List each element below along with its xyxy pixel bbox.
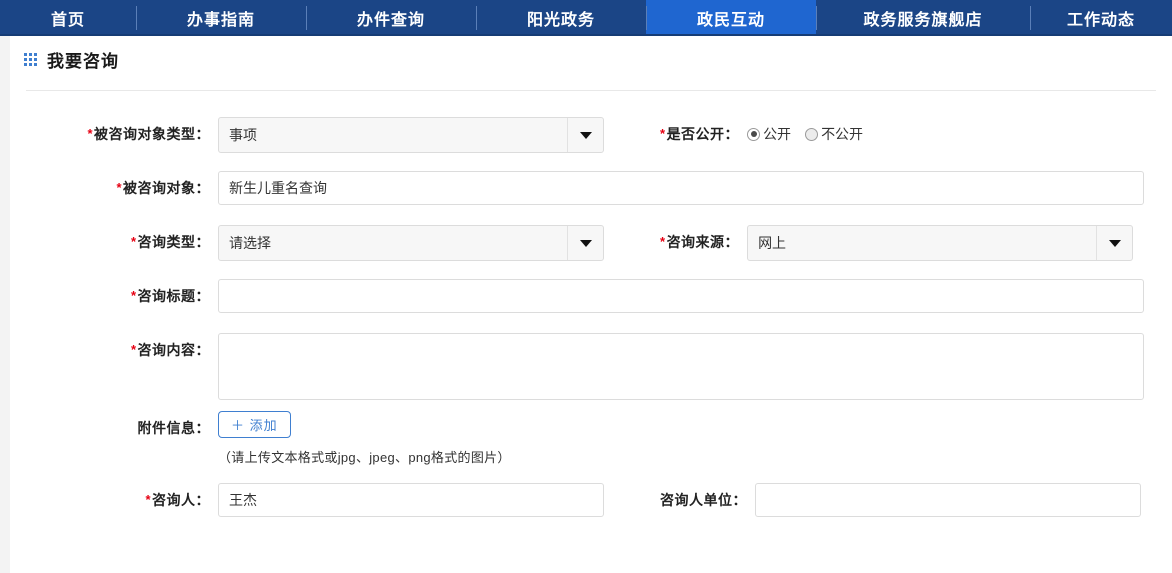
label-content: *咨询内容： [10, 333, 210, 368]
nav-tab-case-query[interactable]: 办件查询 [306, 0, 476, 36]
nav-tab-home[interactable]: 首页 [0, 0, 136, 36]
required-asterisk: * [116, 180, 122, 195]
radio-dot-icon [747, 128, 760, 141]
consulter-org-input[interactable] [755, 483, 1141, 517]
label-is-public: *是否公开： [660, 117, 739, 152]
page-title: 我要咨询 [47, 47, 119, 72]
radio-not-public[interactable]: 不公开 [805, 117, 863, 151]
label-title: *咨询标题： [10, 279, 210, 314]
required-asterisk: * [145, 492, 151, 507]
label-consult-type: *咨询类型： [10, 225, 210, 260]
nav-tab-label: 办事指南 [187, 6, 255, 30]
required-asterisk: * [87, 126, 93, 141]
nav-tab-label: 工作动态 [1067, 6, 1135, 30]
object-type-value: 事项 [219, 118, 567, 152]
required-asterisk: * [131, 234, 137, 249]
nav-tab-label: 政务服务旗舰店 [863, 6, 982, 30]
form-row-content: *咨询内容： [10, 333, 1172, 411]
nav-tab-sunshine-gov[interactable]: 阳光政务 [476, 0, 646, 36]
form-row-title: *咨询标题： [10, 279, 1172, 333]
label-consulter-org: 咨询人单位： [660, 483, 747, 517]
consult-source-select[interactable]: 网上 [747, 225, 1133, 261]
object-type-select-wrap: 事项 [218, 117, 604, 153]
consult-type-select-wrap: 请选择 [218, 225, 604, 261]
panel-header: 我要咨询 [10, 36, 1172, 82]
nav-tab-label: 阳光政务 [527, 6, 595, 30]
nav-tab-label: 政民互动 [697, 6, 765, 30]
nav-tab-service-flagship[interactable]: 政务服务旗舰店 [816, 0, 1030, 36]
object-type-select[interactable]: 事项 [218, 117, 604, 153]
is-public-radio-group: 公开 不公开 [747, 117, 877, 151]
nav-tab-guide[interactable]: 办事指南 [136, 0, 306, 36]
radio-dot-icon [805, 128, 818, 141]
title-input-wrap [218, 279, 1144, 313]
content-textarea-wrap [218, 333, 1144, 400]
form-row-object-type: *被咨询对象类型： 事项 *是否公开： 公开 [10, 117, 1172, 171]
form-row-attachment: 附件信息： ＋ 添加 （请上传文本格式或jpg、jpeg、png格式的图片） [10, 411, 1172, 483]
main-navigation: 首页 办事指南 办件查询 阳光政务 政民互动 政务服务旗舰店 工作动态 [0, 0, 1172, 36]
radio-public[interactable]: 公开 [747, 117, 791, 151]
add-attachment-button[interactable]: ＋ 添加 [218, 411, 291, 438]
label-attachment: 附件信息： [10, 411, 210, 445]
form-row-consult-type: *咨询类型： 请选择 *咨询来源： 网上 [10, 225, 1172, 279]
nav-tab-citizen-interaction[interactable]: 政民互动 [646, 0, 816, 36]
content-textarea[interactable] [218, 333, 1144, 400]
label-consulter: *咨询人： [10, 483, 210, 518]
title-input[interactable] [218, 279, 1144, 313]
nav-tab-label: 首页 [51, 6, 85, 30]
chevron-down-icon[interactable] [567, 226, 603, 260]
label-consult-source: *咨询来源： [660, 225, 739, 260]
object-input[interactable]: 新生儿重名查询 [218, 171, 1144, 205]
form-row-consulter: *咨询人： 王杰 咨询人单位： [10, 483, 1172, 537]
label-object: *被咨询对象： [10, 171, 210, 206]
label-object-type: *被咨询对象类型： [10, 117, 210, 152]
consulter-org-input-wrap [755, 483, 1141, 517]
radio-public-label: 公开 [763, 117, 791, 151]
consult-source-select-wrap: 网上 [747, 225, 1133, 261]
form-row-object: *被咨询对象： 新生儿重名查询 [10, 171, 1172, 225]
nav-tab-label: 办件查询 [357, 6, 425, 30]
required-asterisk: * [660, 126, 666, 141]
consultation-form: *被咨询对象类型： 事项 *是否公开： 公开 [10, 91, 1172, 537]
attachment-hint: （请上传文本格式或jpg、jpeg、png格式的图片） [218, 447, 511, 466]
nav-tab-work-news[interactable]: 工作动态 [1030, 0, 1172, 36]
consult-type-value: 请选择 [219, 226, 567, 260]
required-asterisk: * [131, 342, 137, 357]
radio-not-public-label: 不公开 [821, 117, 863, 151]
page-body: 我要咨询 *被咨询对象类型： 事项 *是否公开： 公开 [0, 36, 1172, 573]
consulter-input[interactable]: 王杰 [218, 483, 604, 517]
chevron-down-icon[interactable] [1096, 226, 1132, 260]
required-asterisk: * [660, 234, 666, 249]
consult-source-value: 网上 [748, 226, 1096, 260]
grid-dots-icon [24, 53, 38, 67]
object-input-wrap: 新生儿重名查询 [218, 171, 1144, 205]
chevron-down-icon[interactable] [567, 118, 603, 152]
attachment-area: ＋ 添加 （请上传文本格式或jpg、jpeg、png格式的图片） [218, 411, 511, 466]
consulter-input-wrap: 王杰 [218, 483, 604, 517]
required-asterisk: * [131, 288, 137, 303]
consult-type-select[interactable]: 请选择 [218, 225, 604, 261]
